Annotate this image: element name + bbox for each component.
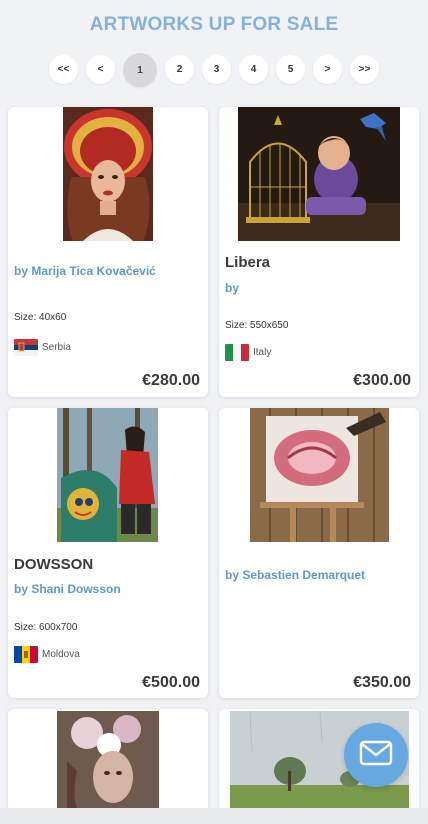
artwork-image[interactable] (57, 711, 159, 811)
artwork-card[interactable]: DOWSSON by Shani Dowsson Size: 600x700 M… (8, 408, 208, 698)
page-first-button[interactable]: << (49, 55, 78, 84)
artist-name[interactable]: by Sebastien Demarquet (225, 568, 365, 582)
artwork-size: Size: 40x60 (14, 312, 67, 323)
moldova-flag-icon (14, 646, 38, 663)
contact-button[interactable] (344, 723, 408, 787)
artwork-price: €350.00 (353, 674, 411, 691)
artwork-card[interactable] (8, 709, 208, 824)
artist-name[interactable]: by Marija Tica Kovačević (14, 264, 156, 278)
artwork-image[interactable] (238, 107, 400, 241)
page-1-button[interactable]: 1 (123, 53, 157, 87)
artwork-country: Italy (225, 344, 271, 361)
artwork-country: Moldova (14, 646, 80, 663)
artist-name[interactable]: by Shani Dowsson (14, 582, 121, 596)
artwork-price: €280.00 (142, 372, 200, 389)
bottom-bar (0, 808, 428, 824)
artwork-price: €500.00 (142, 674, 200, 691)
mail-icon (359, 740, 393, 771)
serbia-flag-icon (14, 339, 38, 356)
artwork-size: Size: 600x700 (14, 622, 78, 633)
country-name: Italy (253, 347, 272, 358)
page-next-button[interactable]: > (313, 55, 342, 84)
artist-name[interactable]: by (225, 281, 239, 295)
country-name: Moldova (42, 649, 80, 660)
artwork-card[interactable]: Libera by Size: 550x650 Italy €300.00 (219, 107, 419, 397)
artwork-card[interactable]: by Sebastien Demarquet €350.00 (219, 408, 419, 698)
artwork-country: Serbia (14, 339, 71, 356)
pagination: << < 1 2 3 4 5 > >> (0, 53, 428, 87)
country-name: Serbia (42, 342, 71, 353)
page-2-button[interactable]: 2 (165, 55, 194, 84)
page-title: ARTWORKS UP FOR SALE (89, 14, 339, 35)
page-4-button[interactable]: 4 (239, 55, 268, 84)
artwork-size: Size: 550x650 (225, 320, 289, 331)
page-last-button[interactable]: >> (350, 55, 379, 84)
artwork-title[interactable]: DOWSSON (14, 556, 93, 573)
artwork-image[interactable] (63, 107, 153, 241)
page-prev-button[interactable]: < (86, 55, 115, 84)
page-3-button[interactable]: 3 (202, 55, 231, 84)
artwork-title[interactable]: Libera (225, 254, 270, 271)
artwork-image[interactable] (250, 408, 389, 542)
italy-flag-icon (225, 344, 249, 361)
artwork-image[interactable] (57, 408, 158, 542)
artwork-price: €300.00 (353, 372, 411, 389)
page-5-button[interactable]: 5 (276, 55, 305, 84)
artwork-card[interactable]: by Marija Tica Kovačević Size: 40x60 Ser… (8, 107, 208, 397)
